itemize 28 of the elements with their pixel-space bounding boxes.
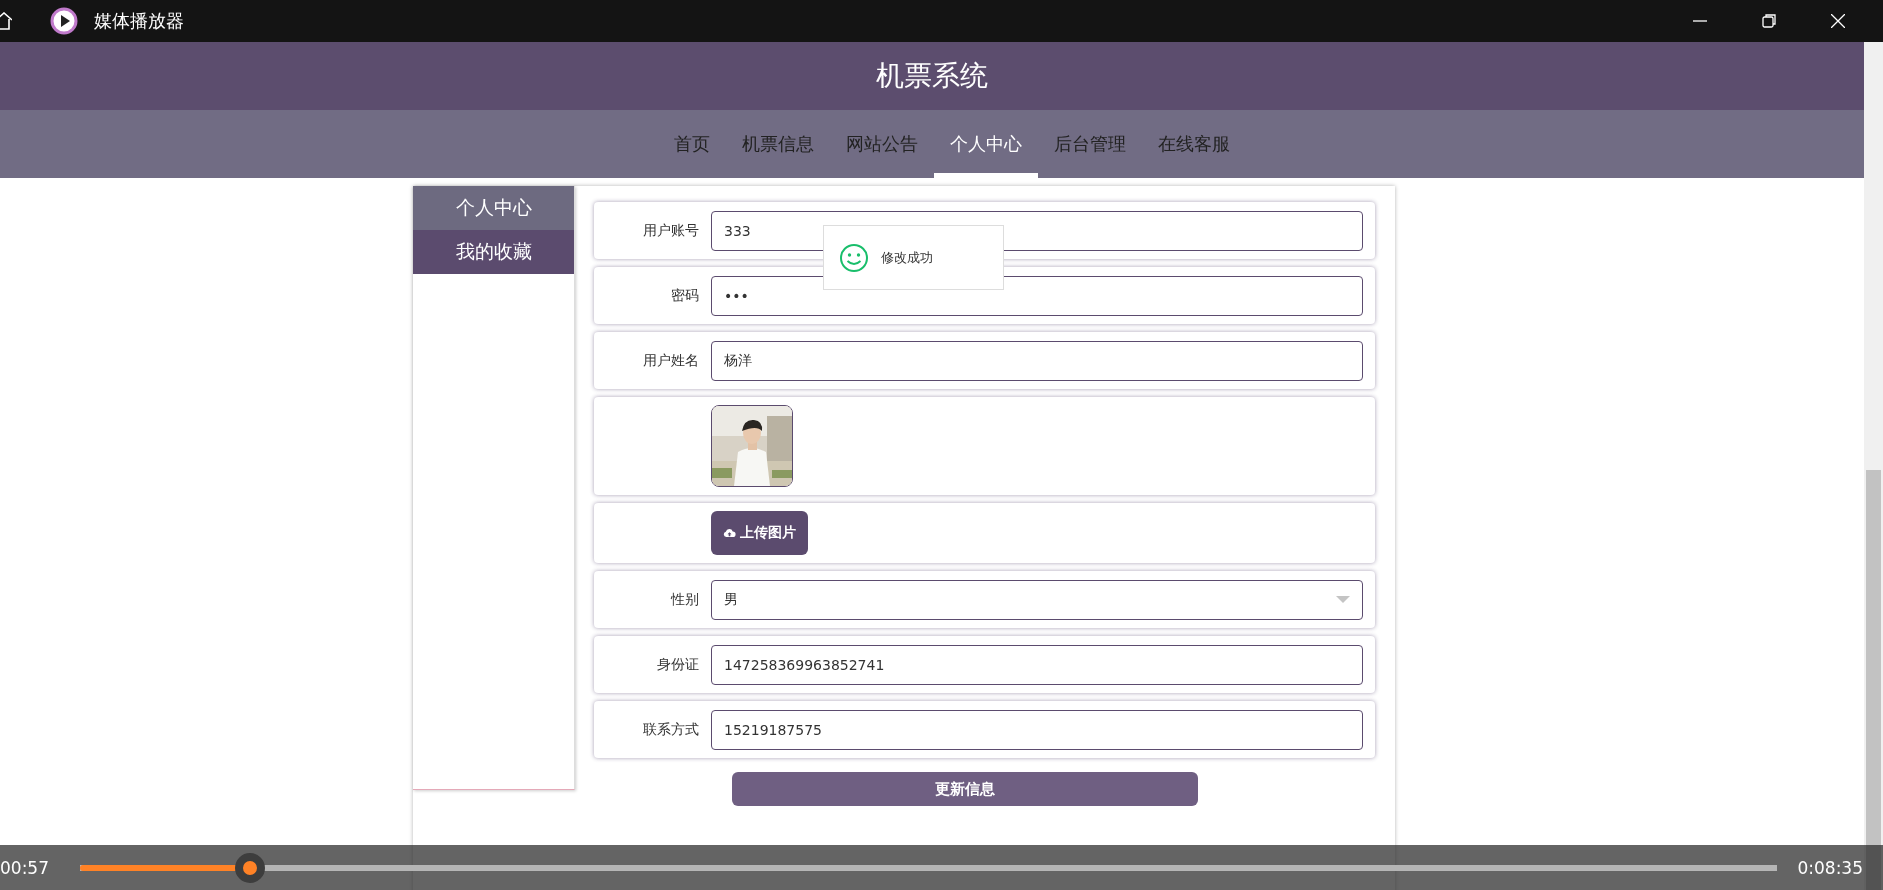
field-label: 联系方式 — [642, 720, 699, 739]
nav-tab[interactable]: 个人中心 — [934, 110, 1038, 178]
field-label: 性别 — [669, 590, 699, 609]
elapsed-time: 00:57 — [0, 857, 50, 878]
site-title: 机票系统 — [876, 58, 988, 94]
window-title: 媒体播放器 — [94, 9, 184, 33]
select-field[interactable]: 男 — [711, 579, 1363, 620]
input-field[interactable]: 147258369963852741 — [711, 644, 1363, 685]
update-button[interactable]: 更新信息 — [731, 772, 1198, 806]
progress-handle[interactable] — [234, 852, 265, 883]
field-label: 用户姓名 — [642, 351, 699, 370]
close-icon[interactable] — [1831, 14, 1845, 28]
field-label: 身份证 — [656, 655, 699, 674]
cloud-upload-icon — [723, 528, 736, 538]
upload-button[interactable]: 上传图片 — [711, 511, 808, 555]
smiley-icon — [839, 242, 869, 273]
sidebar-item[interactable]: 我的收藏 — [413, 230, 574, 274]
home-icon[interactable] — [0, 12, 12, 30]
caret-icon — [1336, 595, 1350, 604]
play-icon — [50, 7, 78, 35]
sidebar-item[interactable]: 个人中心 — [413, 186, 574, 230]
total-time: 0:08:35 — [1797, 857, 1863, 878]
toast-message: 修改成功 — [881, 248, 933, 267]
input-field[interactable]: 杨洋 — [711, 340, 1363, 381]
field-label: 用户账号 — [642, 221, 699, 240]
input-field[interactable]: 15219187575 — [711, 709, 1363, 750]
field-label: 密码 — [670, 286, 699, 305]
restore-icon[interactable] — [1762, 14, 1776, 28]
